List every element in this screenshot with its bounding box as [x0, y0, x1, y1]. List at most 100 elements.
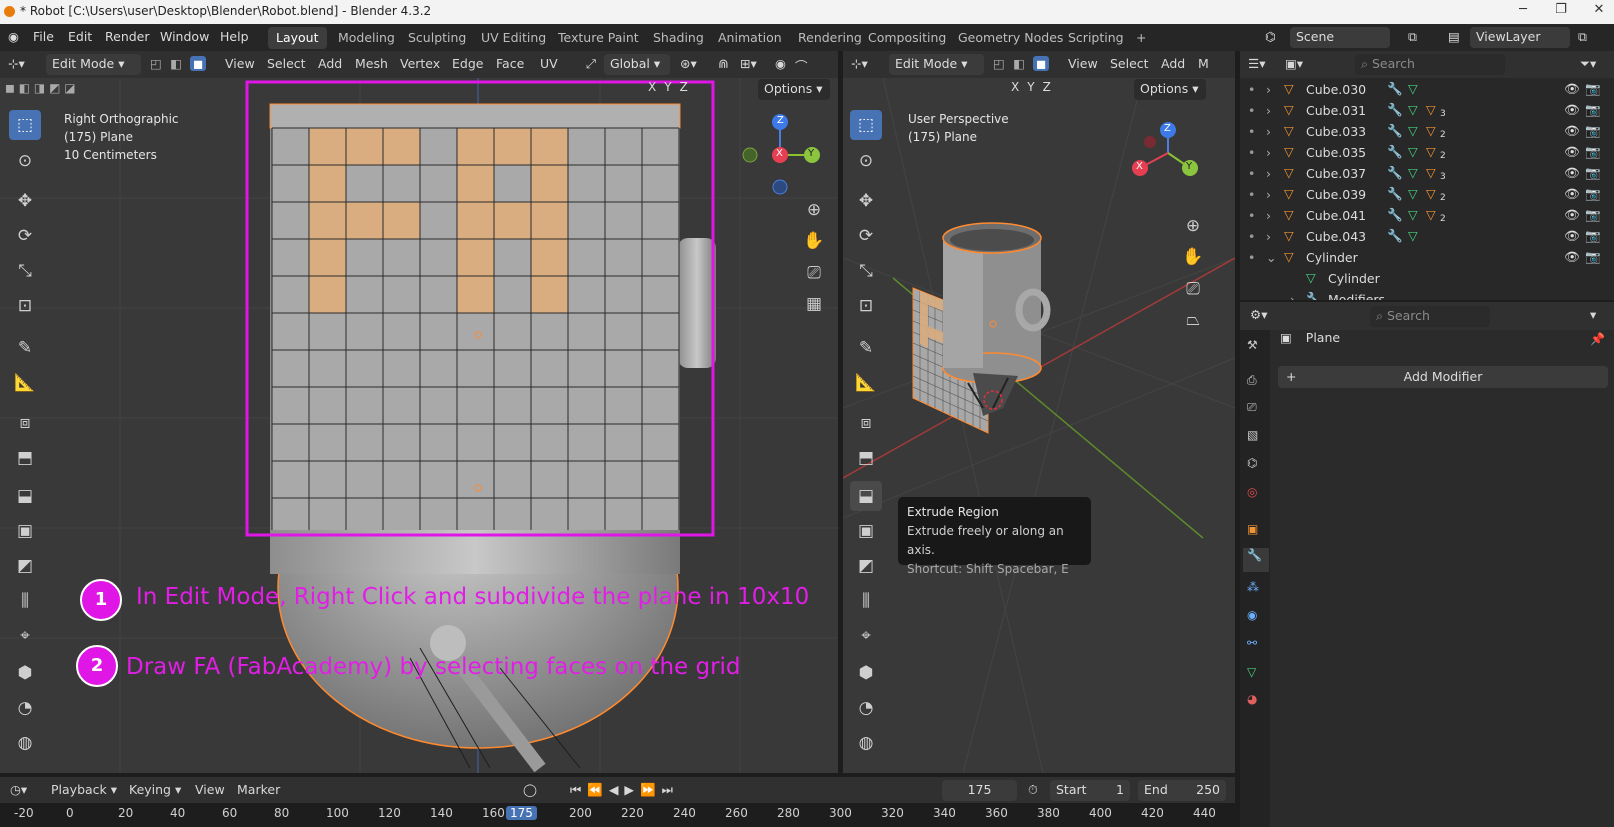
- render-camera-icon[interactable]: 📷: [1585, 228, 1601, 244]
- outliner-row[interactable]: • › ▽ Cube.043 🔧 ▽ 👁 📷: [1240, 227, 1614, 247]
- cursor-tool-icon[interactable]: ⊙: [850, 146, 882, 176]
- chevron-right-icon[interactable]: ›: [1266, 103, 1271, 118]
- menu-render[interactable]: Render: [105, 29, 150, 44]
- chevron-right-icon[interactable]: ›: [1266, 145, 1271, 160]
- filter-icon[interactable]: ⏷▾: [1580, 56, 1596, 72]
- spin-tool-icon[interactable]: ◔: [850, 693, 882, 723]
- outliner-item-name[interactable]: Cube.030: [1306, 82, 1366, 97]
- chevron-right-icon[interactable]: ›: [1266, 82, 1271, 97]
- particles-tab-icon[interactable]: ⁂: [1247, 580, 1259, 594]
- outliner-row[interactable]: • › ▽ Cube.035 🔧 ▽ ▽ 2 👁 📷: [1240, 143, 1614, 163]
- playhead-frame[interactable]: 175: [506, 806, 537, 820]
- menu-add[interactable]: Add: [1161, 56, 1185, 71]
- extrude-region-tool-icon[interactable]: ⬓: [850, 481, 882, 511]
- measure-tool-icon[interactable]: 📐: [850, 368, 882, 398]
- select-box-tool-icon[interactable]: ⬚: [9, 110, 41, 140]
- outliner-child-row[interactable]: ▽ Cylinder: [1240, 269, 1614, 289]
- selected-face[interactable]: [308, 275, 347, 314]
- current-frame-field[interactable]: 175: [942, 780, 1017, 801]
- rotate-tool-icon[interactable]: ⟳: [9, 221, 41, 251]
- render-camera-icon[interactable]: 📷: [1585, 186, 1601, 202]
- selected-face[interactable]: [530, 238, 569, 277]
- visibility-eye-icon[interactable]: 👁: [1564, 102, 1580, 118]
- scene-tab-icon[interactable]: ⌬: [1247, 456, 1257, 470]
- selected-face[interactable]: [345, 201, 384, 240]
- selected-face[interactable]: [456, 127, 495, 166]
- axis-x-toggle[interactable]: X: [648, 80, 656, 94]
- transform-tool-icon[interactable]: ⊡: [9, 291, 41, 321]
- options-button[interactable]: Options ▾: [758, 79, 830, 100]
- axis-lock-bar[interactable]: XYZ: [1011, 80, 1051, 100]
- face-select-icon[interactable]: ◼: [1033, 56, 1050, 71]
- selected-face[interactable]: [456, 275, 495, 314]
- outliner-row[interactable]: • › ▽ Cube.037 🔧 ▽ ▽ 3 👁 📷: [1240, 164, 1614, 184]
- outliner-modifiers-row[interactable]: › 🔧 Modifiers: [1240, 290, 1614, 300]
- editor-type-icon[interactable]: ⊹▾: [851, 56, 868, 71]
- axis-x-toggle[interactable]: X: [1011, 80, 1019, 94]
- render-camera-icon[interactable]: 📷: [1585, 165, 1601, 181]
- visibility-eye-icon[interactable]: 👁: [1564, 81, 1580, 97]
- outliner-search-input[interactable]: ⌕ Search: [1355, 54, 1505, 75]
- snap-target-icon[interactable]: ⊞▾: [740, 56, 757, 71]
- modifier-tab-icon[interactable]: 🔧: [1243, 548, 1269, 572]
- zoom-icon[interactable]: ⊕: [801, 197, 827, 223]
- extrude-tool-icon[interactable]: ⬒: [850, 443, 882, 473]
- auto-key-icon[interactable]: ◯: [523, 782, 537, 797]
- properties-editor-icon[interactable]: ⚙▾: [1250, 307, 1267, 322]
- outliner-row[interactable]: • ⌄ ▽ Cylinder 👁 📷: [1240, 248, 1614, 268]
- axis-lock-bar[interactable]: XYZ: [648, 80, 688, 100]
- selected-face[interactable]: [382, 127, 421, 166]
- selected-face[interactable]: [456, 238, 495, 277]
- outliner-row[interactable]: • › ▽ Cube.030 🔧 ▽ 👁 📷: [1240, 80, 1614, 100]
- selected-face[interactable]: [382, 201, 421, 240]
- tab-texture-paint[interactable]: Texture Paint: [550, 27, 647, 49]
- menu-playback[interactable]: Playback ▾: [51, 782, 117, 797]
- properties-menu-chevron-icon[interactable]: ▾: [1590, 307, 1596, 322]
- menu-marker[interactable]: Marker: [237, 782, 280, 797]
- tab-shading[interactable]: Shading: [645, 27, 712, 49]
- transform-tool-icon[interactable]: ⊡: [850, 291, 882, 321]
- menu-vertex[interactable]: Vertex: [400, 56, 440, 71]
- outliner-row[interactable]: • › ▽ Cube.039 🔧 ▽ ▽ 2 👁 📷: [1240, 185, 1614, 205]
- menu-uv[interactable]: UV: [540, 56, 558, 71]
- poly-build-tool-icon[interactable]: ⬢: [9, 658, 41, 688]
- render-camera-icon[interactable]: 📷: [1585, 123, 1601, 139]
- pan-hand-icon[interactable]: ✋: [801, 228, 827, 254]
- visibility-eye-icon[interactable]: 👁: [1564, 123, 1580, 139]
- annotate-tool-icon[interactable]: ✎: [9, 333, 41, 363]
- outliner-child-name[interactable]: Cylinder: [1328, 271, 1380, 286]
- snap-icon[interactable]: ⋒: [718, 56, 728, 71]
- smooth-tool-icon[interactable]: ◍: [850, 728, 882, 758]
- output-tab-icon[interactable]: ⎚: [1247, 400, 1257, 415]
- falloff-icon[interactable]: ⌒: [795, 56, 808, 75]
- close-icon[interactable]: ✕: [1584, 2, 1614, 22]
- tab-layout[interactable]: Layout: [268, 27, 327, 49]
- outliner-item-name[interactable]: Cube.033: [1306, 124, 1366, 139]
- menu-view[interactable]: View: [195, 782, 225, 797]
- chevron-right-icon[interactable]: ›: [1290, 292, 1295, 300]
- menu-select[interactable]: Select: [1110, 56, 1149, 71]
- visibility-eye-icon[interactable]: 👁: [1564, 144, 1580, 160]
- world-tab-icon[interactable]: ◎: [1247, 485, 1257, 499]
- visibility-eye-icon[interactable]: 👁: [1564, 249, 1580, 265]
- pan-hand-icon[interactable]: ✋: [1180, 244, 1206, 270]
- poly-build-tool-icon[interactable]: ⬢: [850, 658, 882, 688]
- chevron-down-icon[interactable]: ⌄: [1266, 250, 1276, 265]
- axis-z-toggle[interactable]: Z: [680, 80, 688, 94]
- timeline-ruler[interactable]: -20 0 20 40 60 80 100 120 140 160 175 200 220 240 260 2…: [0, 803, 1235, 827]
- move-tool-icon[interactable]: ✥: [850, 186, 882, 216]
- camera-view-icon[interactable]: ⎚: [801, 260, 827, 286]
- menu-face[interactable]: Face: [496, 56, 524, 71]
- outliner-item-name[interactable]: Cube.041: [1306, 208, 1366, 223]
- spin-tool-icon[interactable]: ◔: [9, 693, 41, 723]
- maximize-icon[interactable]: ❐: [1546, 2, 1576, 22]
- knife-tool-icon[interactable]: ⌖: [850, 621, 882, 651]
- add-modifier-button[interactable]: + Add Modifier: [1278, 366, 1608, 388]
- chevron-right-icon[interactable]: ›: [1266, 124, 1271, 139]
- tool-tab-icon[interactable]: ⚒: [1247, 338, 1258, 352]
- smooth-tool-icon[interactable]: ◍: [9, 728, 41, 758]
- tab-geometry-nodes[interactable]: Geometry Nodes: [950, 27, 1071, 49]
- properties-search-input[interactable]: ⌕ Search: [1370, 306, 1490, 327]
- render-camera-icon[interactable]: 📷: [1585, 144, 1601, 160]
- tab-modeling[interactable]: Modeling: [330, 27, 403, 49]
